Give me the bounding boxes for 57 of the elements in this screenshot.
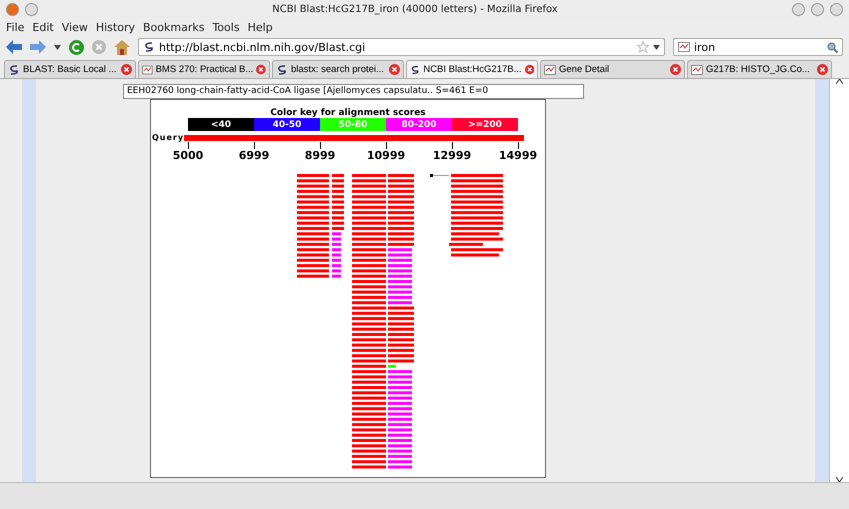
browser-tab[interactable]: Gene Detail [540, 60, 685, 78]
page-icon [691, 64, 703, 74]
dropdown-caret-icon[interactable] [54, 44, 61, 50]
menu-item[interactable]: View [62, 20, 88, 34]
search-icon[interactable] [827, 42, 838, 52]
browser-tab[interactable]: NCBI Blast:HcG217B... [406, 60, 538, 78]
tick-label: 6999 [238, 149, 270, 162]
swirl-icon [143, 41, 155, 53]
close-icon[interactable] [830, 2, 843, 16]
reload-icon[interactable] [69, 40, 84, 54]
swirl-icon [8, 64, 20, 76]
page-icon [544, 64, 556, 74]
close-icon[interactable] [817, 64, 828, 75]
page-icon [142, 64, 153, 74]
maximize-icon[interactable] [811, 2, 824, 16]
browser-tab[interactable]: G217B: HISTO_JG.Co... [687, 60, 832, 78]
color-key-segment: <40 [188, 118, 254, 131]
forward-arrow-icon[interactable] [30, 40, 46, 54]
minimize-icon[interactable] [792, 2, 805, 16]
firefox-logo-icon [6, 2, 19, 16]
back-arrow-icon[interactable] [6, 40, 22, 54]
close-icon[interactable] [670, 64, 681, 75]
window-title: NCBI Blast:HcG217B_iron (40000 letters) - Mozilla Firefox [271, 4, 559, 14]
home-icon[interactable] [114, 40, 130, 54]
tick-label: 5000 [172, 149, 204, 162]
menu-item[interactable]: Tools [212, 20, 240, 34]
color-key-segment: 80-200 [386, 118, 452, 131]
browser-tab[interactable]: BLAST: Basic Local ... [4, 60, 136, 78]
search-field[interactable]: iron [673, 38, 843, 56]
tick-label: 14999 [498, 149, 538, 162]
browser-tab[interactable]: BMS 270: Practical B... [138, 60, 270, 78]
close-icon[interactable] [256, 64, 266, 75]
menu-item[interactable]: History [96, 20, 135, 34]
menu-item[interactable]: Bookmarks [142, 20, 204, 34]
menu-item[interactable]: Edit [32, 20, 54, 34]
circle-icon[interactable] [25, 2, 38, 16]
color-key-segment: 40-50 [254, 118, 320, 131]
tick-label: 8999 [304, 149, 336, 162]
close-icon[interactable] [389, 64, 400, 75]
close-icon[interactable] [524, 64, 534, 75]
address-field[interactable]: http://blast.ncbi.nlm.nih.gov/Blast.cgi [138, 38, 665, 56]
scrollbar[interactable] [829, 79, 849, 482]
tick-label: 12999 [432, 149, 472, 162]
close-icon[interactable] [121, 64, 132, 75]
page-icon [678, 42, 690, 52]
menu-item[interactable]: File [6, 20, 24, 34]
dropdown-caret-icon[interactable] [653, 44, 660, 50]
color-key-segment: 50-80 [320, 118, 386, 131]
browser-tab[interactable]: blastx: search protei... [272, 60, 404, 78]
color-key-segment: >=200 [452, 118, 518, 131]
tick-label: 10999 [366, 149, 406, 162]
menu-item[interactable]: Help [248, 20, 273, 34]
swirl-icon [276, 64, 288, 76]
swirl-icon [410, 64, 420, 76]
star-icon[interactable] [637, 41, 649, 53]
color-key-title: Color key for alignment scores [270, 108, 426, 118]
hover-tooltip: EEH02760 long-chain-fatty-acid-CoA ligase [Ajellomyces capsulatu.. S=461 E=0 [123, 84, 584, 99]
